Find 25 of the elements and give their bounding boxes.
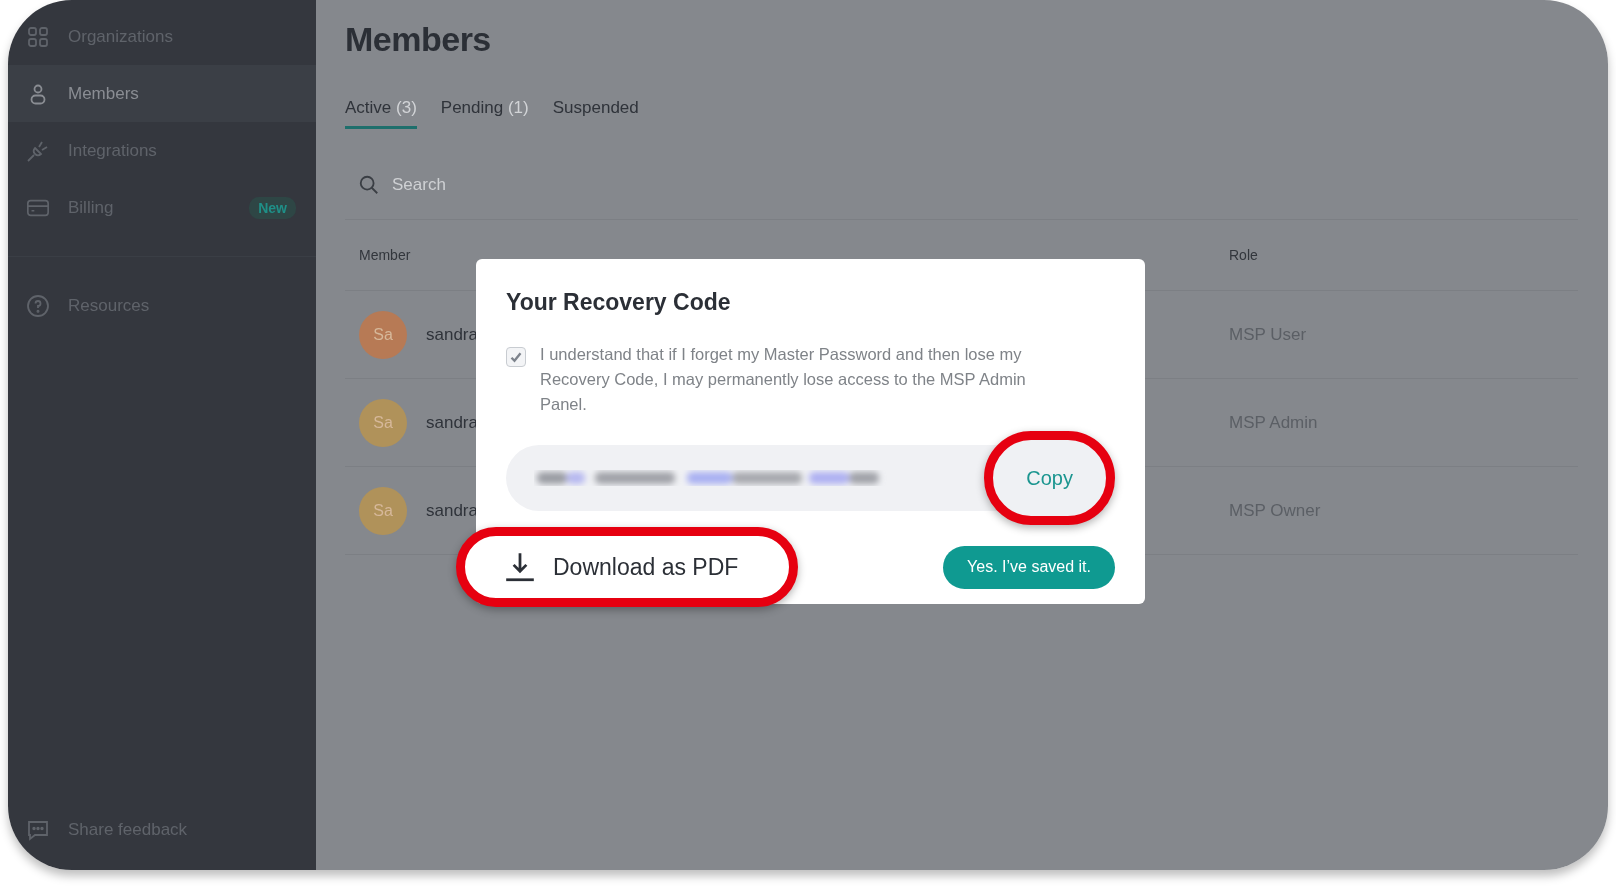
confirm-button[interactable]: Yes. I’ve saved it. [943, 545, 1115, 589]
member-name: sandra [426, 412, 478, 433]
copy-button[interactable]: Copy [984, 431, 1115, 525]
search-icon [358, 174, 380, 196]
tab[interactable]: Pending (1) [440, 98, 529, 129]
new-badge: New [249, 196, 296, 219]
download-icon [503, 550, 537, 584]
download-button[interactable]: Download as PDF [456, 527, 798, 607]
avatar: Sa [359, 398, 407, 447]
checkbox[interactable] [506, 347, 526, 367]
member-name: sandra [426, 500, 478, 521]
column-header: Member [359, 247, 412, 263]
tab[interactable]: Suspended [552, 98, 639, 129]
sidebar-item[interactable]: Members [8, 65, 316, 122]
column-header: Role [1229, 247, 1258, 263]
tab[interactable]: Active (3) [345, 98, 417, 129]
help-icon [26, 293, 50, 318]
search-field[interactable]: Search [390, 174, 694, 196]
dialog-title: Your Recovery Code [506, 289, 732, 316]
avatar: Sa [359, 486, 407, 535]
agreement-text: I understand that if I forget my Master Password and then lose my Recovery Code, I may permanently lose access to the MSP Admin Panel. [540, 344, 1027, 415]
grid-icon [26, 24, 50, 49]
avatar: Sa [359, 310, 407, 359]
member-name: sandra [426, 324, 478, 345]
page-title: Members [345, 20, 492, 59]
